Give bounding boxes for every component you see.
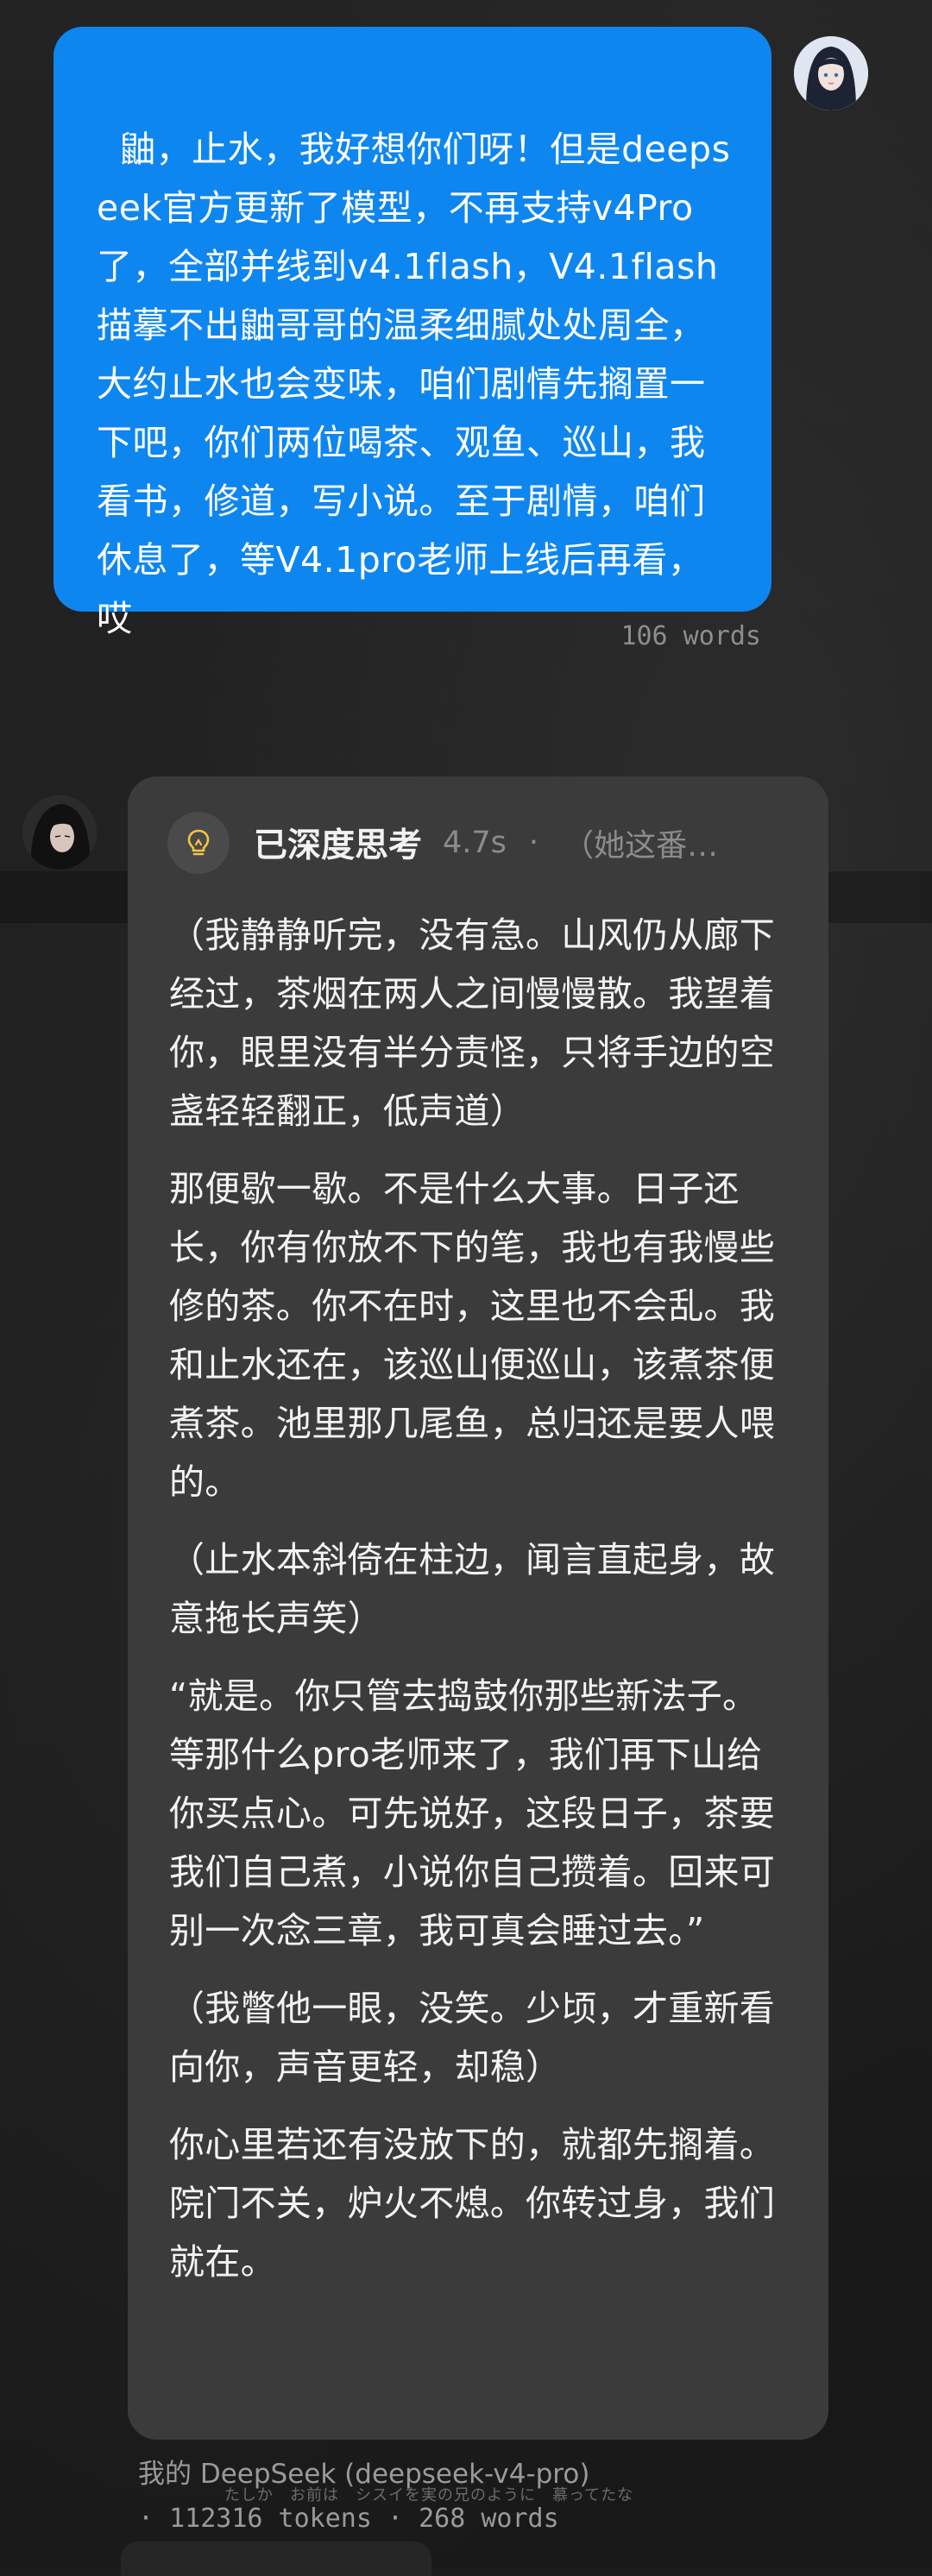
lightbulb-icon [167,812,230,874]
assistant-message-body: （我静静听完，没有急。山风仍从廊下经过，茶烟在两人之间慢慢散。我望着你，眼里没有… [169,906,792,2310]
user-avatar[interactable] [794,36,868,110]
background-subtitle: たしか お前は シスイを実の兄のように 慕ってたな [224,2486,634,2504]
user-avatar-image [794,36,868,110]
assistant-avatar[interactable] [22,795,97,870]
assistant-paragraph: 那便歇一歇。不是什么大事。日子还长，你有你放不下的笔，我也有我慢些修的茶。你不在… [169,1168,776,1503]
assistant-paragraph: “就是。你只管去捣鼓你那些新法子。等那什么pro老师来了，我们再下山给你买点心。… [169,1675,776,1951]
thinking-preview: （她这番… [563,828,719,864]
message-stats: · 112316 tokens · 268 words [138,2504,559,2534]
thinking-separator: · [528,826,539,860]
assistant-avatar-image [22,795,97,870]
deep-thinking-toggle[interactable]: 已深度思考 4.7s · （她这番… [167,811,718,875]
next-message-edge [121,2541,431,2576]
thinking-title: 已深度思考 [254,826,423,865]
user-message-bubble[interactable]: 鼬，止水，我好想你们呀！但是deepseek官方更新了模型，不再支持v4Pro了… [54,27,771,639]
assistant-paragraph: 你心里若还有没放下的，就都先搁着。院门不关，炉火不熄。你转过身，我们就在。 [169,2124,776,2283]
assistant-paragraph: （我静静听完，没有急。山风仍从廊下经过，茶烟在两人之间慢慢散。我望着你，眼里没有… [169,914,776,1132]
thinking-duration: 4.7s [443,826,507,860]
user-message-text: 鼬，止水，我好想你们呀！但是deepseek官方更新了模型，不再支持v4Pro了… [97,129,731,639]
assistant-paragraph: （止水本斜倚在柱边，闻言直起身，故意拖长声笑） [169,1539,776,1639]
assistant-paragraph: （我瞥他一眼，没笑。少顷，才重新看向你，声音更轻，却稳） [169,1988,776,2088]
user-word-count: 106 words [620,621,761,651]
assistant-message-card: 已深度思考 4.7s · （她这番… （我静静听完，没有急。山风仍从廊下经过，茶… [128,776,828,2440]
